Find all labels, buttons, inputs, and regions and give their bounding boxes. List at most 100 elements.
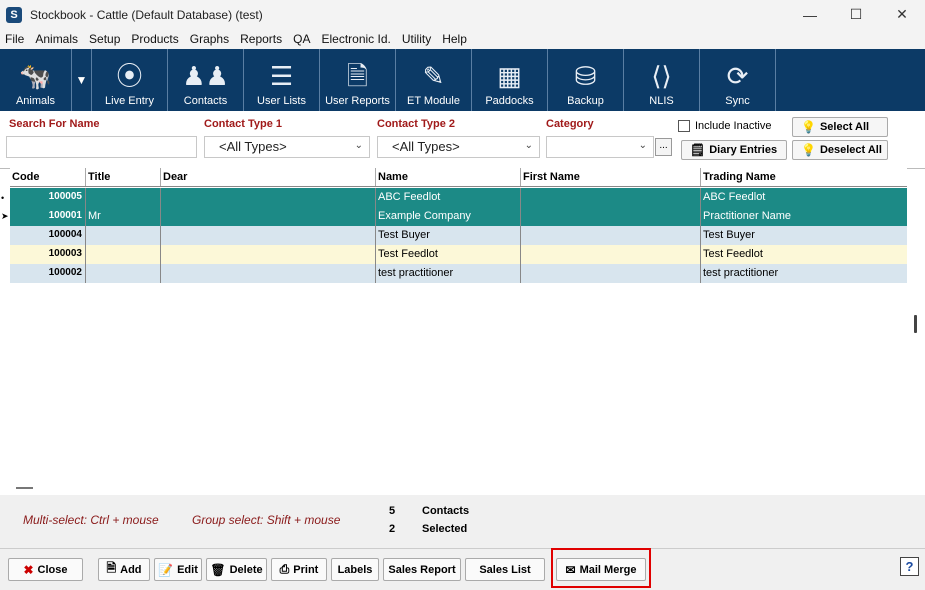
column-header-code[interactable]: Code (10, 168, 86, 186)
new-document-icon: 🗎 (106, 561, 117, 575)
cell-title (86, 188, 161, 207)
window-controls: — ☐ ✕ (787, 0, 925, 29)
row-dot-marker: • (1, 193, 5, 203)
cell-code: 100002 (10, 264, 86, 283)
deselect-all-button[interactable]: 💡 Deselect All (792, 140, 888, 160)
select-all-label: Select All (819, 121, 870, 133)
contact-type2-label: Contact Type 2 (377, 118, 456, 130)
trash-icon: 🗑 (210, 562, 226, 577)
edit-button-label: Edit (177, 563, 198, 576)
toolbar-contacts-label: Contacts (183, 95, 228, 107)
close-button-label: Close (37, 563, 68, 576)
add-button[interactable]: 🗎 Add (98, 558, 150, 581)
edit-button[interactable]: 📝 Edit (154, 558, 202, 581)
labels-button[interactable]: Labels (331, 558, 379, 581)
cell-first-name (521, 226, 701, 245)
toolbar-user-lists-button[interactable]: ☰ User Lists (244, 49, 320, 111)
contact-type1-value: <All Types> (219, 139, 287, 154)
category-label: Category (546, 118, 594, 130)
printer-icon: ⎙ (279, 562, 290, 576)
edit-document-icon: 📝 (158, 562, 174, 577)
column-header-trading-name[interactable]: Trading Name (701, 168, 907, 186)
menu-setup[interactable]: Setup (84, 32, 126, 46)
minimize-button[interactable]: — (787, 0, 833, 29)
contact-type1-select[interactable]: <All Types> ⌄ (204, 136, 370, 158)
toolbar-sync-label: Sync (725, 95, 750, 107)
help-button[interactable]: ? (900, 557, 919, 576)
cell-trading-name: Test Buyer (703, 229, 755, 241)
close-button[interactable]: ✖ Close (8, 558, 83, 581)
cell-code: 100004 (10, 226, 86, 245)
toolbar-et-module-label: ET Module (407, 95, 460, 107)
delete-button[interactable]: 🗑 Delete (206, 558, 267, 581)
menu-file[interactable]: File (0, 32, 30, 46)
contacts-count-label: Contacts (422, 505, 470, 517)
lightbulb-off-icon: 💡 (801, 143, 816, 157)
column-header-name[interactable]: Name (376, 168, 521, 186)
menu-bar: File Animals Setup Products Graphs Repor… (0, 29, 925, 49)
checkbox-box[interactable] (678, 120, 690, 132)
selected-count: 2 (389, 523, 396, 535)
maximize-button[interactable]: ☐ (833, 0, 879, 29)
menu-help[interactable]: Help (437, 32, 473, 46)
deselect-all-label: Deselect All (819, 144, 882, 156)
search-input[interactable] (6, 136, 197, 158)
menu-reports[interactable]: Reports (235, 32, 288, 46)
title-bar: S Stockbook - Cattle (Default Database) … (0, 0, 925, 29)
chevron-down-icon: ⌄ (524, 140, 533, 151)
cell-name: Example Company (376, 207, 521, 226)
cell-code: 100005 (10, 188, 86, 207)
multi-select-hint: Multi-select: Ctrl + mouse (23, 513, 159, 527)
add-button-label: Add (120, 563, 142, 576)
column-header-dear[interactable]: Dear (161, 168, 376, 186)
toolbar-animals-button[interactable]: 🐄 Animals (0, 49, 72, 111)
column-header-first-name[interactable]: First Name (521, 168, 701, 186)
menu-electronic-id[interactable]: Electronic Id. (316, 32, 396, 46)
toolbar-paddocks-button[interactable]: ▦ Paddocks (472, 49, 548, 111)
toolbar-live-entry-button[interactable]: ⦿ Live Entry (92, 49, 168, 111)
diary-entries-button[interactable]: 🗒 Diary Entries (681, 140, 787, 160)
column-header-title[interactable]: Title (86, 168, 161, 186)
toolbar-nlis-label: NLIS (649, 95, 674, 107)
cell-trading-name: test practitioner (703, 267, 779, 279)
contact-type2-select[interactable]: <All Types> ⌄ (377, 136, 540, 158)
sales-list-button[interactable]: Sales List (465, 558, 545, 581)
current-row-arrow-icon: ➤ (1, 211, 9, 221)
toolbar-nlis-button[interactable]: ⟨⟩ NLIS (624, 49, 700, 111)
table-row[interactable]: 100005 ABC Feedlot ABC Feedlot (10, 188, 907, 207)
table-row[interactable]: 100001 Mr Example Company Practitioner N… (10, 207, 907, 226)
sales-report-button[interactable]: Sales Report (383, 558, 461, 581)
menu-graphs[interactable]: Graphs (185, 32, 235, 46)
toolbar-backup-button[interactable]: ⛁ Backup (548, 49, 624, 111)
toolbar-sync-button[interactable]: ⟳ Sync (700, 49, 776, 111)
toolbar-user-lists-label: User Lists (257, 95, 306, 107)
toolbar-backup-label: Backup (567, 95, 604, 107)
toolbar-user-reports-button[interactable]: 🗎 User Reports (320, 49, 396, 111)
cell-dear (161, 207, 376, 226)
cell-dear (161, 264, 376, 283)
category-select[interactable]: ⌄ (546, 136, 654, 158)
print-button[interactable]: ⎙ Print (271, 558, 327, 581)
menu-products[interactable]: Products (126, 32, 184, 46)
menu-animals[interactable]: Animals (30, 32, 84, 46)
splitter-handle[interactable] (16, 487, 33, 489)
cell-dear (161, 245, 376, 264)
close-window-button[interactable]: ✕ (879, 0, 925, 29)
cell-name: Test Feedlot (376, 245, 521, 264)
toolbar-paddocks-label: Paddocks (485, 95, 534, 107)
toolbar-animals-dropdown[interactable]: ▼ (72, 49, 92, 111)
include-inactive-checkbox[interactable]: Include Inactive (678, 120, 771, 132)
table-row[interactable]: 100004 Test Buyer Test Buyer (10, 226, 907, 245)
category-more-button[interactable]: ... (655, 138, 672, 156)
toolbar-et-module-button[interactable]: ✎ ET Module (396, 49, 472, 111)
table-row[interactable]: 100002 test practitioner test practition… (10, 264, 907, 283)
select-all-button[interactable]: 💡 Select All (792, 117, 888, 137)
app-logo-icon: S (6, 6, 22, 23)
menu-utility[interactable]: Utility (397, 32, 437, 46)
menu-qa[interactable]: QA (288, 32, 316, 46)
cell-first-name (521, 188, 701, 207)
toolbar-contacts-button[interactable]: ♟♟ Contacts (168, 49, 244, 111)
vertical-scrollbar[interactable] (914, 315, 917, 333)
main-toolbar: 🐄 Animals ▼ ⦿ Live Entry ♟♟ Contacts ☰ U… (0, 49, 925, 111)
table-row[interactable]: 100003 Test Feedlot Test Feedlot (10, 245, 907, 264)
